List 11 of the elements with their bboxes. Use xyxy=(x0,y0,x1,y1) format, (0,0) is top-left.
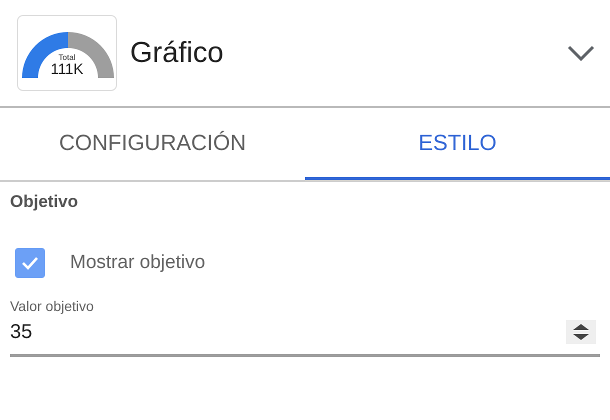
gauge-label: Total xyxy=(58,53,76,62)
chart-thumbnail[interactable]: Total 111K xyxy=(17,15,117,91)
checkbox-label: Mostrar objetivo xyxy=(70,252,206,274)
field-label: Valor objetivo xyxy=(10,298,95,314)
gauge-value: 111K xyxy=(50,62,84,78)
spinner-icon[interactable] xyxy=(566,320,596,344)
chart-title: Gráfico xyxy=(130,36,224,70)
section-title: Objetivo xyxy=(9,191,80,212)
chevron-down-icon[interactable] xyxy=(566,44,596,62)
checkbox[interactable] xyxy=(15,248,45,278)
number-field[interactable]: 35 xyxy=(10,314,600,357)
